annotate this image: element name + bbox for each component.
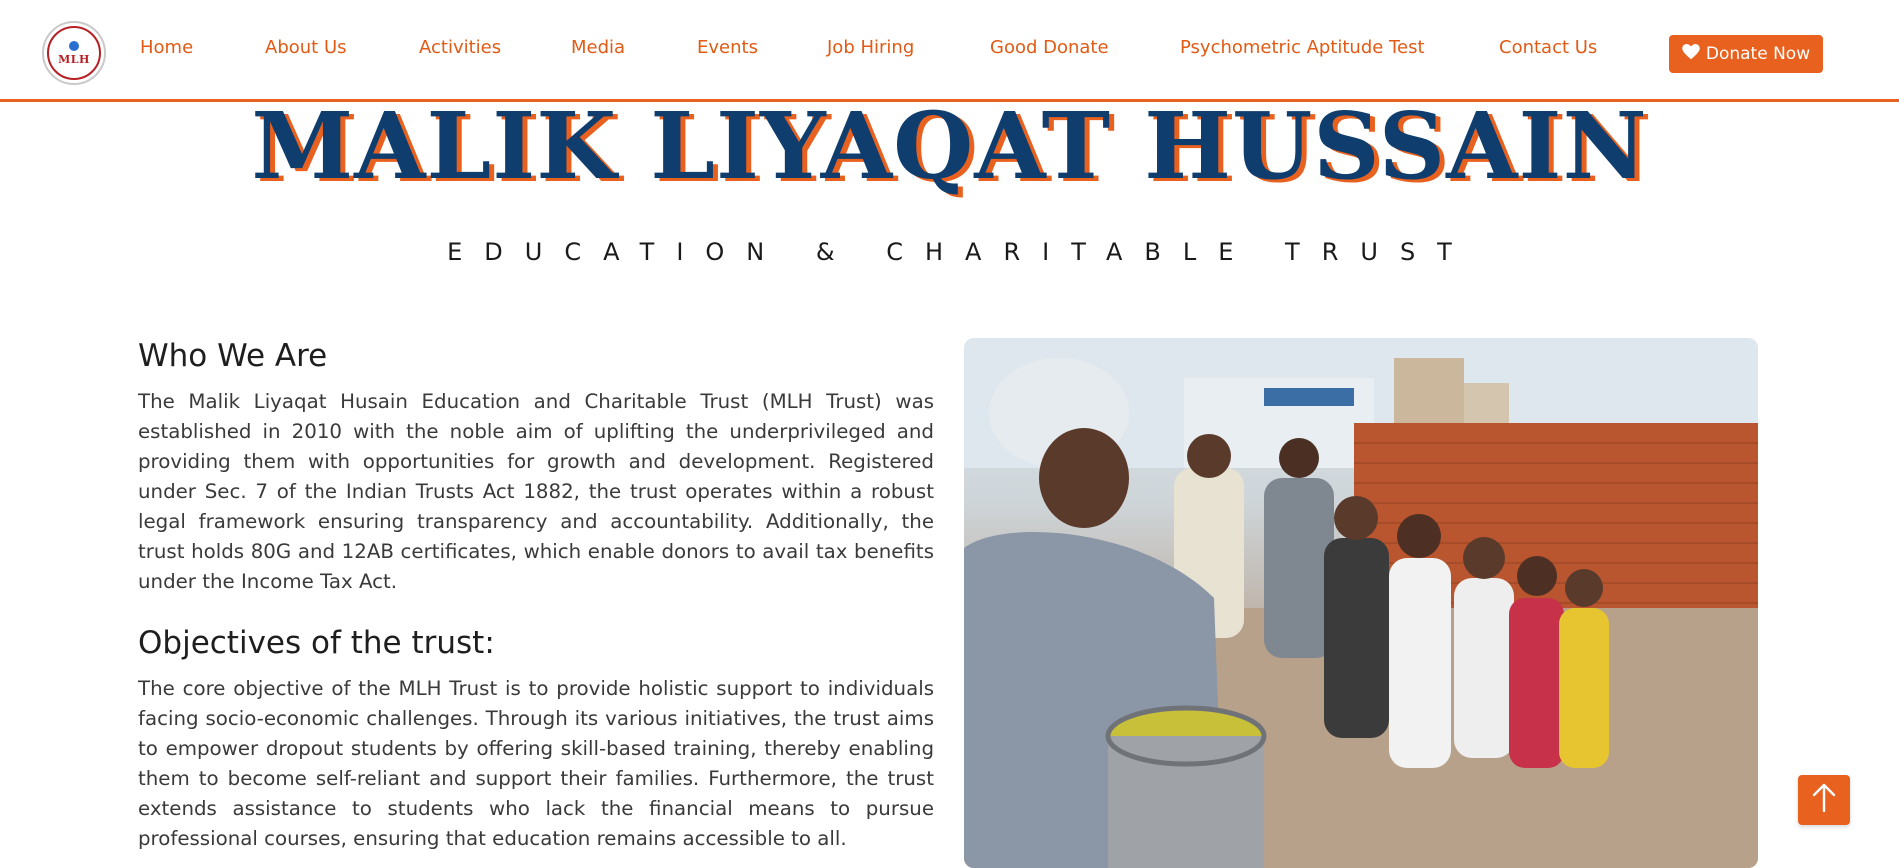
logo-dot [69,40,79,51]
objectives-heading: Objectives of the trust: [138,625,495,662]
objectives-text: The core objective of the MLH Trust is t… [138,677,934,851]
nav-psychometric-aptitude-test[interactable]: Psychometric Aptitude Test [1180,37,1425,58]
logo-text: MLH [58,52,90,66]
trust-name-title: MALIK LIYAQAT HUSSAIN [251,92,1648,200]
nav-job-hiring[interactable]: Job Hiring [827,37,914,58]
nav-contact-us[interactable]: Contact Us [1499,37,1597,58]
nav-media[interactable]: Media [571,37,625,58]
donate-now-button[interactable]: Donate Now [1669,35,1823,73]
who-we-are-heading: Who We Are [138,338,328,374]
nav-about-us[interactable]: About Us [265,37,347,58]
food-distribution-photo [964,338,1758,868]
heart-icon [1682,43,1700,65]
nav-good-donate[interactable]: Good Donate [990,37,1109,58]
nav-home[interactable]: Home [140,37,193,58]
site-logo[interactable]: MLH [42,21,106,85]
nav-events[interactable]: Events [697,37,758,58]
arrow-up-icon [1811,783,1837,817]
donate-now-label: Donate Now [1705,44,1811,64]
scroll-to-top-button[interactable] [1798,775,1850,825]
logo-emblem: MLH [47,26,101,80]
nav-activities[interactable]: Activities [419,37,501,58]
trust-subtitle: EDUCATION & CHARITABLE TRUST [447,238,1474,266]
site-header: MLH Home About Us Activities Media Event… [0,0,1899,102]
who-we-are-text: The Malik Liyaqat Husain Education and C… [138,390,934,594]
about-section: Who We Are The Malik Liyaqat Husain Educ… [138,338,934,854]
